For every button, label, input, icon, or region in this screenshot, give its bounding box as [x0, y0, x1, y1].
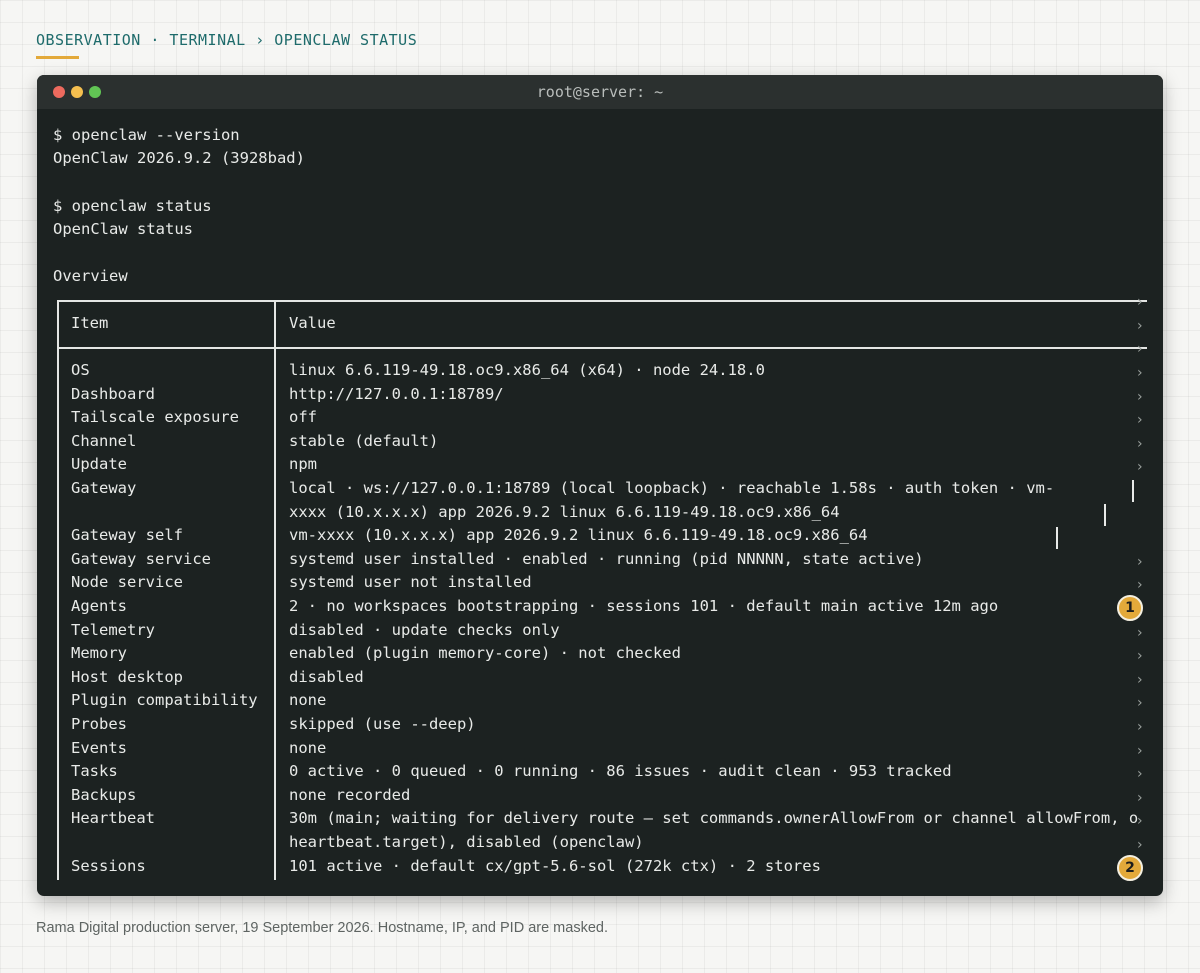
overflow-chevron-icon: › — [1137, 671, 1143, 688]
annotation-marker: 1 — [1117, 595, 1143, 621]
table-row-value: skipped (use --deep) — [289, 715, 476, 733]
overflow-chevron-icon: › — [1137, 695, 1143, 712]
table-row-item: Gateway — [71, 479, 137, 497]
overflow-chevron-icon: › — [1137, 766, 1143, 783]
table-row-item: Backups — [71, 785, 137, 804]
table-left-border — [57, 300, 59, 880]
table-top-border — [57, 300, 1147, 302]
table-row-value: none recorded — [289, 785, 411, 804]
overflow-chevron-icon: › — [1137, 412, 1143, 429]
table-row-value: systemd user not installed — [289, 573, 532, 592]
table-row-value: none — [289, 738, 327, 757]
table-row-value: 2 · no workspaces bootstrapping · sessio… — [289, 597, 999, 615]
overflow-chevron-icon: › — [1137, 813, 1143, 830]
table-row-item: OS — [71, 361, 90, 379]
status-output-title: OpenClaw status — [53, 220, 193, 238]
overflow-chevron-icon: › — [1137, 294, 1143, 310]
table-row-value: enabled (plugin memory-core) · not check… — [289, 644, 681, 663]
annotation-marker: 2 — [1117, 855, 1143, 881]
figure-caption: Rama Digital production server, 19 Septe… — [36, 920, 608, 936]
table-column-divider — [274, 300, 276, 880]
table-row-value: disabled — [289, 667, 364, 686]
overflow-chevron-icon: › — [1137, 624, 1143, 641]
table-row-item: Sessions — [71, 856, 146, 875]
overflow-chevron-icon: › — [1137, 459, 1143, 476]
wrap-marker — [1056, 527, 1058, 549]
table-header-item: Item — [71, 314, 109, 332]
table-row-value: stable (default) — [289, 431, 439, 450]
wrap-marker — [1132, 480, 1134, 502]
table-row-value: none — [289, 691, 327, 710]
terminal-output[interactable]: $ openclaw --version OpenClaw 2026.9.2 (… — [37, 75, 1163, 896]
table-row-item: Telemetry — [71, 620, 155, 639]
overflow-chevron-icon: › — [1137, 719, 1143, 735]
table-row-item: Agents — [71, 597, 127, 615]
table-row-item: Memory — [71, 644, 127, 663]
table-row-value-continued: heartbeat.target), disabled (openclaw) — [289, 833, 644, 851]
table-row-item: Heartbeat — [71, 809, 155, 828]
table-row-value: disabled · update checks only — [289, 620, 560, 639]
command-line: $ openclaw --version — [53, 126, 240, 144]
table-row-item: Channel — [71, 431, 137, 450]
table-row-value: off — [289, 408, 317, 427]
table-row-item: Tailscale exposure — [71, 408, 239, 427]
table-header-value: Value — [289, 314, 336, 332]
overflow-chevron-icon: › — [1137, 648, 1143, 665]
table-row-value-continued: xxxx (10.x.x.x) app 2026.9.2 linux 6.6.1… — [289, 502, 840, 521]
table-row-item: Gateway service — [71, 549, 211, 568]
table-row-value: local · ws://127.0.0.1:18789 (local loop… — [289, 479, 1055, 497]
table-row-item: Update — [71, 455, 127, 474]
table-row-item: Host desktop — [71, 667, 183, 686]
overflow-chevron-icon: › — [1137, 388, 1143, 405]
table-row-item: Events — [71, 738, 127, 757]
breadcrumb: OBSERVATION · TERMINAL › OPENCLAW STATUS — [36, 31, 418, 49]
breadcrumb-underline — [36, 56, 79, 59]
table-row-item: Gateway self — [71, 526, 183, 545]
table-row-value: vm-xxxx (10.x.x.x) app 2026.9.2 linux 6.… — [289, 526, 868, 545]
overflow-chevron-icon: › — [1137, 837, 1143, 853]
table-row-value: npm — [289, 455, 317, 474]
table-row-item: Tasks — [71, 762, 118, 781]
overflow-chevron-icon: › — [1137, 742, 1143, 759]
table-row-item: Plugin compatibility — [71, 691, 258, 710]
overflow-chevron-icon: › — [1137, 577, 1143, 594]
table-row-value: systemd user installed · enabled · runni… — [289, 549, 924, 568]
table-row-value: 30m (main; waiting for delivery route — … — [289, 809, 1139, 828]
table-row-value: 0 active · 0 queued · 0 running · 86 iss… — [289, 762, 952, 781]
table-row-item: Dashboard — [71, 384, 155, 403]
overflow-chevron-icon: › — [1137, 318, 1143, 334]
table-row-value: http://127.0.0.1:18789/ — [289, 384, 504, 403]
terminal-window[interactable]: root@server: ~ $ openclaw --version Open… — [37, 75, 1163, 896]
overflow-chevron-icon: › — [1137, 553, 1143, 570]
section-heading: Overview — [53, 267, 128, 285]
version-output: OpenClaw 2026.9.2 (3928bad) — [53, 149, 305, 167]
wrap-marker — [1104, 504, 1106, 526]
command-line: $ openclaw status — [53, 197, 212, 215]
table-row-item: Probes — [71, 715, 127, 733]
table-row-value: linux 6.6.119-49.18.oc9.x86_64 (x64) · n… — [289, 361, 765, 379]
overflow-chevron-icon: › — [1137, 365, 1143, 381]
overflow-chevron-icon: › — [1137, 435, 1143, 452]
table-row-value: 101 active · default cx/gpt-5.6-sol (272… — [289, 856, 821, 875]
overflow-chevron-icon: › — [1137, 341, 1143, 357]
table-row-item: Node service — [71, 573, 183, 592]
table-header-border — [57, 347, 1147, 349]
